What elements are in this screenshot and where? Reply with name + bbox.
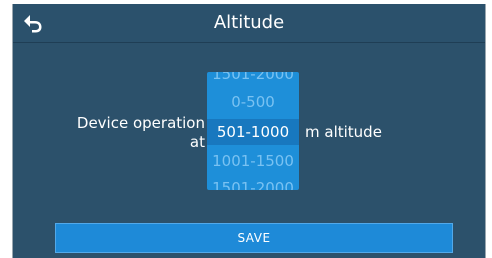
title-bar: Altitude [13,4,485,43]
picker-option[interactable]: 1501-2000 [207,72,299,84]
device-operation-label-line1: Device operation [76,114,205,132]
device-operation-label: Device operation at [53,114,205,152]
screen: Altitude Device operation at 1501-2000 0… [0,0,492,258]
picker-option-selected[interactable]: 501-1000 [207,122,299,142]
page-title: Altitude [213,12,285,33]
save-button[interactable]: SAVE [55,223,453,253]
device-operation-label-line2: at [189,133,205,151]
picker-option[interactable]: 1001-1500 [207,151,299,171]
picker-option[interactable]: 0-500 [207,92,299,112]
picker-option[interactable]: 1501-2000 [207,178,299,190]
altitude-unit-label: m altitude [305,123,382,141]
altitude-panel: Altitude Device operation at 1501-2000 0… [12,4,486,258]
back-button[interactable] [19,10,47,36]
altitude-picker[interactable]: 1501-2000 0-500 501-1000 1001-1500 1501-… [207,72,299,190]
